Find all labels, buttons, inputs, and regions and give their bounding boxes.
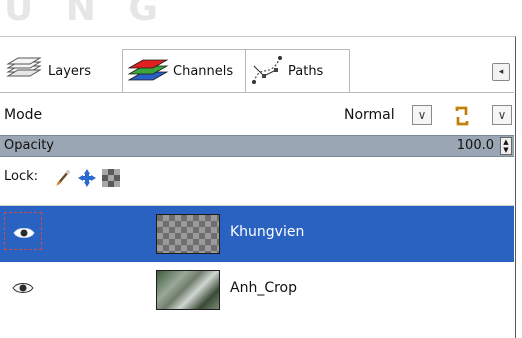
lock-label: Lock: [4,169,39,184]
dock-tab-bar: Layers Channels Paths ◂ [0,37,514,95]
tab-layers[interactable]: Layers [0,49,122,93]
visibility-toggle[interactable] [4,268,42,306]
eye-icon [12,280,34,299]
spin-arrows-icon: ▲ ▼ [503,138,509,154]
eye-icon [13,225,35,244]
layer-thumbnail [156,270,220,310]
lock-row: Lock: [0,161,514,191]
layer-name[interactable]: Anh_Crop [230,280,297,296]
mode-label: Mode [4,107,43,123]
watermark-text: U N G [4,0,168,29]
alpha-lock-icon[interactable] [102,169,120,187]
mode-dropdown-button[interactable]: ∨ [412,105,432,125]
tab-paths-label: Paths [288,64,324,79]
opacity-label: Opacity [4,138,55,153]
layer-row-anh-crop[interactable]: Anh_Crop [0,262,514,318]
opacity-slider[interactable]: Opacity 100.0 ▲ ▼ [0,135,514,157]
tab-layers-label: Layers [48,63,92,79]
paintbrush-lock-icon[interactable] [54,169,72,187]
layers-dock-panel: Layers Channels Paths ◂ Mode Normal ∨ ∨ … [0,36,516,338]
position-lock-icon[interactable] [78,169,96,187]
layers-icon [4,54,44,88]
layer-row-khungvien[interactable]: Khungvien [0,206,514,262]
tab-menu-button[interactable]: ◂ [492,63,510,81]
layers-list: Khungvien Anh_Crop [0,205,514,318]
tab-paths[interactable]: Paths [246,49,350,93]
mode-row: Mode Normal ∨ ∨ [0,99,514,133]
tab-divider [0,92,514,93]
tab-channels-label: Channels [173,64,234,79]
layer-name[interactable]: Khungvien [230,224,304,240]
layer-thumbnail [156,214,220,254]
visibility-toggle[interactable] [4,212,42,250]
mode-reset-icon[interactable] [452,105,472,131]
paths-icon [250,52,284,92]
mode-value[interactable]: Normal [344,107,395,123]
channels-icon [127,54,169,90]
tab-menu-icon: ◂ [498,67,504,77]
opacity-value[interactable]: 100.0 [457,138,494,153]
chevron-down-icon: ∨ [497,108,507,122]
opacity-spin-button[interactable]: ▲ ▼ [500,137,512,155]
composite-dropdown-button[interactable]: ∨ [492,105,512,125]
tab-channels[interactable]: Channels [122,49,246,93]
chevron-down-icon: ∨ [417,108,427,122]
